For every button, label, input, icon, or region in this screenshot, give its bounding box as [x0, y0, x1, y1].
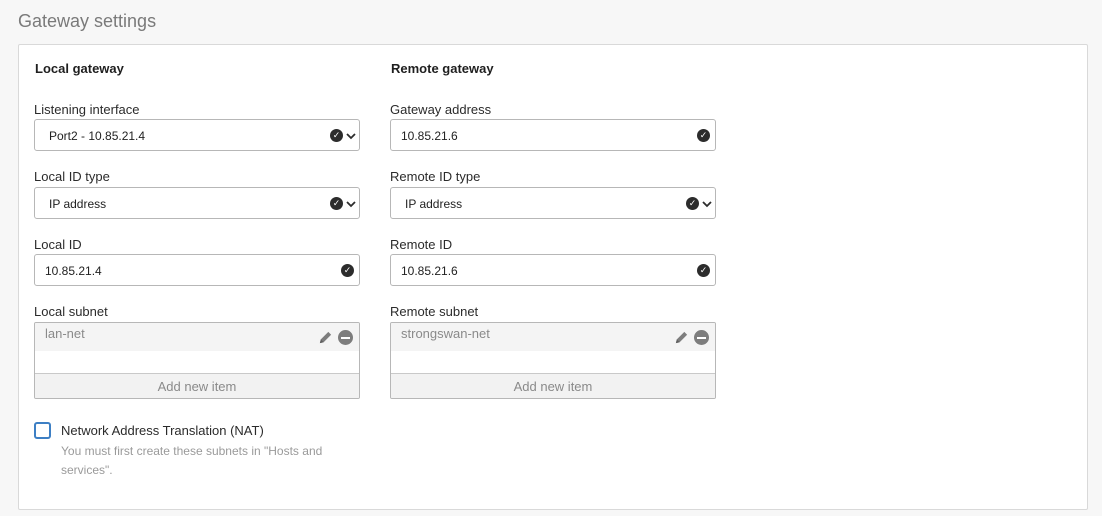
listening-interface-select[interactable]: Port2 - 10.85.21.4 ✓ [34, 119, 360, 151]
minus-circle-icon[interactable] [338, 330, 353, 345]
remote-id-type-label: Remote ID type [390, 169, 481, 184]
local-id-type-value: IP address [49, 197, 107, 211]
listening-interface-value: Port2 - 10.85.21.4 [49, 129, 146, 143]
minus-circle-icon[interactable] [694, 330, 709, 345]
check-circle-icon: ✓ [697, 264, 710, 277]
gateway-address-value: 10.85.21.6 [401, 129, 458, 143]
list-item: lan-net [35, 323, 359, 351]
local-id-label: Local ID [34, 237, 82, 252]
remote-id-label: Remote ID [390, 237, 453, 252]
remote-id-type-select[interactable]: IP address ✓ [390, 187, 716, 219]
list-item: strongswan-net [391, 323, 715, 351]
remote-subnet-list: strongswan-net Add new item [390, 322, 716, 399]
gateway-address-label: Gateway address [390, 102, 492, 117]
local-subnet-add-item-button[interactable]: Add new item [35, 373, 359, 398]
check-circle-icon: ✓ [341, 264, 354, 277]
local-gateway-heading: Local gateway [35, 61, 124, 76]
nat-checkbox[interactable] [34, 422, 51, 439]
check-circle-icon: ✓ [686, 197, 699, 210]
local-id-type-select[interactable]: IP address ✓ [34, 187, 360, 219]
chevron-down-icon [702, 201, 712, 208]
check-circle-icon: ✓ [697, 129, 710, 142]
pencil-icon[interactable] [318, 330, 333, 345]
chevron-down-icon [346, 201, 356, 208]
local-id-type-label: Local ID type [34, 169, 110, 184]
local-id-input[interactable]: 10.85.21.4 ✓ [34, 254, 360, 286]
gateway-settings-panel: Local gateway Listening interface Port2 … [18, 44, 1088, 510]
remote-id-value: 10.85.21.6 [401, 264, 458, 278]
local-id-value: 10.85.21.4 [45, 264, 102, 278]
remote-subnet-label: Remote subnet [390, 304, 479, 319]
listening-interface-label: Listening interface [34, 102, 140, 117]
local-subnet-item-label: lan-net [45, 326, 85, 341]
local-subnet-label: Local subnet [34, 304, 108, 319]
chevron-down-icon [346, 133, 356, 140]
gateway-address-input[interactable]: 10.85.21.6 ✓ [390, 119, 716, 151]
section-title: Gateway settings [18, 11, 157, 31]
remote-subnet-add-item-button[interactable]: Add new item [391, 373, 715, 398]
remote-id-input[interactable]: 10.85.21.6 ✓ [390, 254, 716, 286]
check-circle-icon: ✓ [330, 129, 343, 142]
check-circle-icon: ✓ [330, 197, 343, 210]
nat-help-text: You must first create these subnets in "… [61, 444, 323, 477]
remote-id-type-value: IP address [405, 197, 463, 211]
remote-subnet-item-label: strongswan-net [401, 326, 490, 341]
nat-label: Network Address Translation (NAT) [61, 423, 264, 438]
local-subnet-list: lan-net Add new item [34, 322, 360, 399]
pencil-icon[interactable] [674, 330, 689, 345]
remote-gateway-heading: Remote gateway [391, 61, 494, 76]
